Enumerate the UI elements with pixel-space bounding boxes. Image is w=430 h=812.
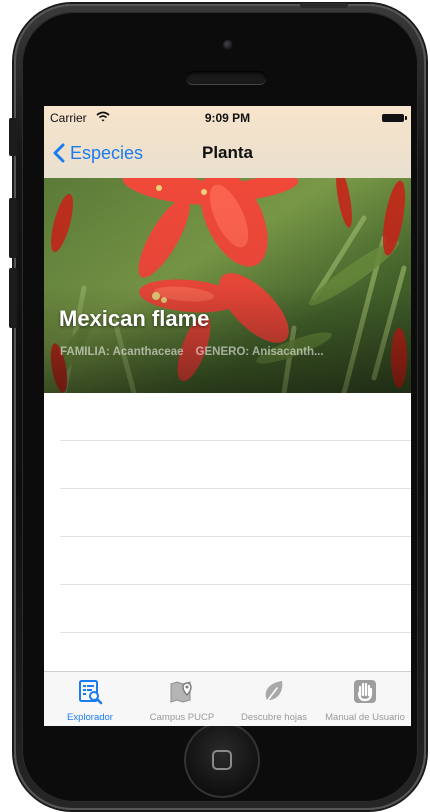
list-separator xyxy=(60,488,411,489)
plant-taxonomy: FAMILIA: Acanthaceae GENERO: Anisacanth..… xyxy=(60,346,406,358)
earpiece-speaker xyxy=(186,71,266,84)
plant-photo xyxy=(44,178,411,393)
tab-label: Explorador xyxy=(67,712,113,723)
tab-bar: Explorador Campus PUCP Descubre hojas Ma… xyxy=(44,671,411,726)
tab-manual-de-usuario[interactable]: Manual de Usuario xyxy=(319,672,411,726)
plant-hero-image: Mexican flame FAMILIA: Acanthaceae GENERO… xyxy=(44,178,411,393)
back-button-label: Especies xyxy=(70,142,144,163)
status-time: 9:09 PM xyxy=(204,111,251,125)
home-square-icon xyxy=(212,750,232,770)
top-bar: Carrier 9:09 PM Especies Planta xyxy=(44,106,411,178)
back-button[interactable]: Especies xyxy=(53,140,143,166)
tab-explorador[interactable]: Explorador xyxy=(44,672,136,726)
front-camera xyxy=(223,40,233,50)
chevron-left-icon xyxy=(53,143,65,163)
tab-label: Campus PUCP xyxy=(149,712,215,723)
battery-icon xyxy=(382,114,407,122)
list-separator xyxy=(60,536,411,537)
leaf-icon xyxy=(264,681,283,705)
list-separator xyxy=(60,440,411,441)
tab-campus-pucp[interactable]: Campus PUCP xyxy=(136,672,228,726)
plant-family: FAMILIA: Acanthaceae xyxy=(60,346,184,358)
plant-detail-list[interactable] xyxy=(44,393,411,671)
home-button[interactable] xyxy=(184,722,260,798)
status-bar: Carrier 9:09 PM xyxy=(44,106,411,128)
list-separator xyxy=(60,584,411,585)
tab-label: Descubre hojas xyxy=(240,712,307,723)
app-screen: Carrier 9:09 PM Especies Planta Mexican … xyxy=(44,106,411,726)
hand-icon xyxy=(354,680,376,703)
list-separator xyxy=(60,632,411,633)
volume-down-button xyxy=(9,268,17,328)
tab-label: Manual de Usuario xyxy=(325,712,405,723)
plant-name: Mexican flame xyxy=(59,306,210,331)
plant-genus: GENERO: Anisacanth... xyxy=(195,346,324,358)
mute-switch xyxy=(9,118,17,156)
map-pin-icon xyxy=(170,681,192,703)
navigation-bar: Especies Planta xyxy=(44,128,411,178)
tab-descubre-hojas[interactable]: Descubre hojas xyxy=(228,672,320,726)
explorer-icon xyxy=(79,680,103,705)
volume-up-button xyxy=(9,198,17,258)
power-button xyxy=(300,3,348,8)
